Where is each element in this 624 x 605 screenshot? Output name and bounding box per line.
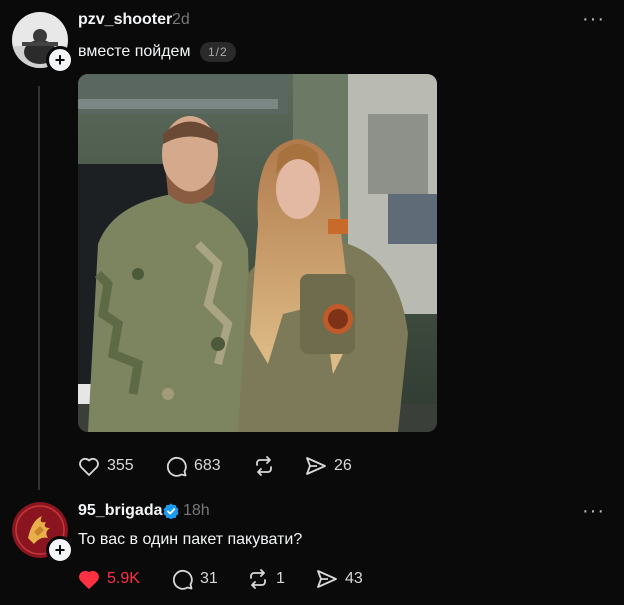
share-button[interactable]: 26 (304, 454, 352, 478)
share-count: 26 (334, 457, 352, 474)
comment-count: 683 (194, 457, 221, 474)
share-button[interactable]: 43 (315, 567, 363, 591)
reply-username[interactable]: 95_brigada (78, 502, 162, 520)
post-timestamp: 2d (172, 11, 190, 28)
heart-icon (79, 570, 99, 589)
reply-timestamp: 18h (183, 502, 210, 519)
post-photo-image (78, 74, 437, 432)
post-caption: вместе пойдем (78, 43, 191, 60)
comment-count: 31 (200, 570, 218, 587)
like-count: 355 (107, 457, 134, 474)
repost-icon (250, 569, 266, 589)
comment-button[interactable]: 683 (164, 454, 221, 478)
more-dots-icon[interactable]: ··· (582, 500, 605, 523)
repost-count: 1 (276, 570, 285, 587)
verified-badge-icon (163, 503, 179, 524)
follow-plus-icon[interactable]: + (46, 536, 74, 564)
like-count: 5.9K (107, 570, 140, 587)
reply-text: То вас в один пакет пакувати? (78, 531, 303, 548)
heart-icon (79, 457, 99, 476)
repost-icon (256, 456, 272, 476)
send-icon (317, 570, 337, 588)
more-dots-icon[interactable]: ··· (582, 8, 605, 31)
comment-button[interactable]: 31 (170, 567, 218, 591)
post-username[interactable]: pzv_shooter (78, 11, 172, 29)
thread-line (38, 86, 40, 490)
comment-bubble-icon (166, 456, 187, 477)
follow-plus-icon[interactable]: + (46, 46, 74, 74)
share-count: 43 (345, 570, 363, 587)
like-button[interactable]: 355 (77, 454, 134, 478)
send-icon (306, 457, 326, 475)
repost-button[interactable]: 1 (246, 567, 285, 591)
carousel-pager: 1/2 (200, 42, 236, 62)
repost-button[interactable] (252, 454, 276, 478)
like-button[interactable]: 5.9K (77, 567, 140, 591)
post-photo[interactable] (78, 74, 437, 432)
comment-bubble-icon (172, 569, 193, 590)
